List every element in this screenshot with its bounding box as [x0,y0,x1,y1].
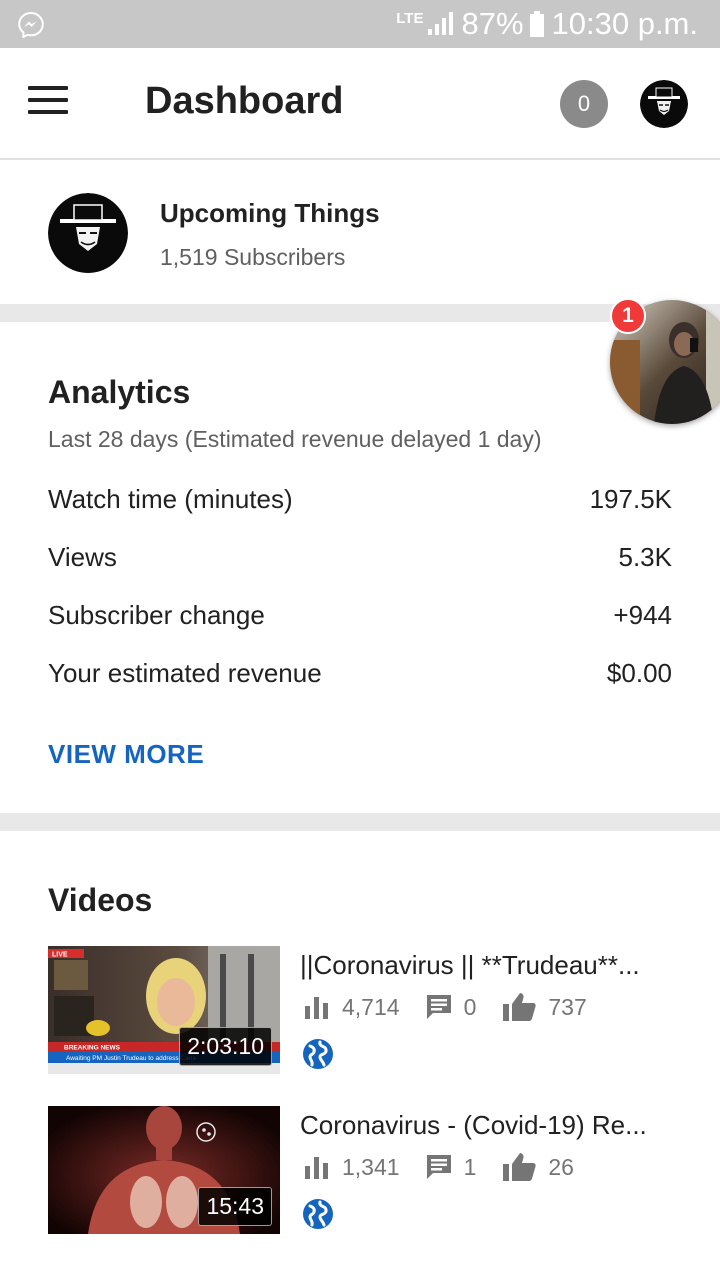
metric-value: 5.3K [618,541,673,572]
thumbs-up-icon [503,993,536,1021]
status-bar: LTE 87% 10:30 p.m. [0,0,720,48]
bar-chart-icon [305,1157,328,1179]
video-duration: 2:03:10 [179,1027,272,1066]
metric-subscriber-change: Subscriber change +944 [48,595,672,635]
video-duration: 15:43 [198,1187,272,1226]
globe-icon [303,1199,333,1229]
section-divider [0,813,720,831]
signal-icon [428,12,454,35]
metric-value: $0.00 [606,657,672,688]
metric-watch-time: Watch time (minutes) 197.5K [48,479,672,519]
view-more-link[interactable]: VIEW MORE [48,739,204,770]
notifications-button[interactable]: 0 [560,80,608,128]
masked-figure-icon [48,193,128,273]
video-item[interactable]: LIVE BREAKING NEWS Awaiting PM Justin Tr… [48,946,672,1074]
metric-label: Your estimated revenue [48,657,322,688]
metric-label: Subscriber change [48,599,265,630]
channel-name: Upcoming Things [160,198,380,228]
video-likes: 737 [548,993,587,1020]
metric-views: Views 5.3K [48,537,672,577]
clock: 10:30 p.m. [551,6,698,41]
thumb-live-label: LIVE [52,952,68,959]
page-title: Dashboard [145,80,344,122]
metric-label: Views [48,541,117,572]
analytics-period: Last 28 days (Estimated revenue delayed … [48,426,542,452]
video-comments: 1 [463,1153,477,1180]
metric-estimated-revenue: Your estimated revenue $0.00 [48,653,672,693]
masked-figure-icon [640,80,688,128]
video-likes: 26 [548,1153,574,1180]
video-item[interactable]: 15:43 Coronavirus - (Covid-19) Re... 1,3… [48,1106,672,1234]
chat-head-badge: 1 [610,298,646,334]
metric-label: Watch time (minutes) [48,483,293,514]
bar-chart-icon [305,997,328,1019]
chat-head-bubble[interactable]: 1 [610,298,720,424]
battery-percent: 87% [461,6,524,41]
network-type: LTE [396,9,424,27]
app-bar: Dashboard 0 [0,48,720,160]
video-stats: 1,341 1 26 [304,1152,600,1182]
video-title[interactable]: Coronavirus - (Covid-19) Re... [300,1110,672,1141]
channel-header: Upcoming Things 1,519 Subscribers [0,160,720,304]
video-views: 4,714 [342,993,400,1020]
subscriber-count: 1,519 Subscribers [160,244,346,270]
video-stats: 4,714 0 737 [304,992,613,1022]
globe-icon [303,1039,333,1069]
video-thumbnail[interactable]: LIVE BREAKING NEWS Awaiting PM Justin Tr… [48,946,280,1074]
video-views: 1,341 [342,1153,400,1180]
videos-title: Videos [48,882,153,918]
comment-icon [426,995,451,1019]
messenger-icon [18,12,44,38]
analytics-title: Analytics [48,374,191,410]
thumbs-up-icon [503,1153,536,1181]
battery-icon [529,11,544,37]
menu-icon[interactable] [28,86,68,118]
comment-icon [426,1155,451,1179]
thumb-breaking-label: BREAKING NEWS [64,1045,121,1052]
video-title[interactable]: ||Coronavirus || **Trudeau**... [300,950,672,981]
metric-value: 197.5K [589,483,672,514]
status-icons: LTE 87% 10:30 p.m. [396,4,698,44]
thumb-ticker-text: Awaiting PM Justin Trudeau to address Ca… [66,1055,196,1062]
account-avatar[interactable] [640,80,688,128]
video-thumbnail[interactable]: 15:43 [48,1106,280,1234]
video-comments: 0 [463,993,477,1020]
channel-avatar[interactable] [48,193,128,273]
metric-value: +944 [613,599,672,630]
